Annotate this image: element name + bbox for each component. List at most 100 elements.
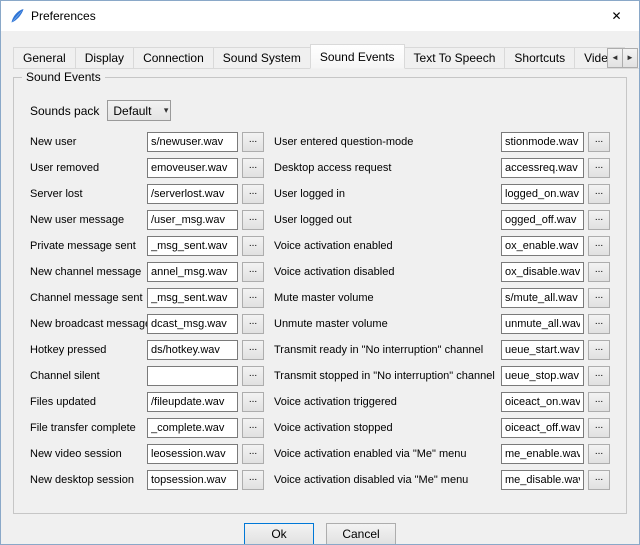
sound-file-input[interactable] (147, 262, 238, 282)
browse-button[interactable]: ... (242, 288, 264, 308)
sound-event-label: Server lost (30, 188, 147, 200)
sounds-pack-label: Sounds pack (30, 104, 99, 118)
sound-events-group: Sound Events Sounds pack Default ▾ New u… (13, 77, 627, 514)
sound-event-row: New channel message... (30, 259, 264, 285)
browse-button[interactable]: ... (242, 470, 264, 490)
sound-event-row: User entered question-mode... (274, 129, 610, 155)
browse-button[interactable]: ... (588, 418, 610, 438)
browse-button[interactable]: ... (588, 236, 610, 256)
chevron-down-icon: ▾ (164, 105, 169, 116)
browse-button[interactable]: ... (588, 444, 610, 464)
sound-file-input[interactable] (501, 366, 584, 386)
sound-file-input[interactable] (147, 392, 238, 412)
sound-events-column-left: New user...User removed...Server lost...… (30, 129, 264, 493)
sound-file-input[interactable] (147, 314, 238, 334)
browse-button[interactable]: ... (242, 132, 264, 152)
tab-sound-events[interactable]: Sound Events (310, 44, 405, 69)
sound-file-input[interactable] (501, 288, 584, 308)
browse-button[interactable]: ... (588, 288, 610, 308)
tab-connection[interactable]: Connection (133, 47, 214, 69)
browse-button[interactable]: ... (242, 444, 264, 464)
browse-button[interactable]: ... (242, 158, 264, 178)
tab-scroll-left-button[interactable]: ◄ (607, 48, 623, 68)
browse-button[interactable]: ... (242, 262, 264, 282)
sound-file-input[interactable] (501, 418, 584, 438)
sound-file-input[interactable] (147, 444, 238, 464)
sound-file-input[interactable] (147, 158, 238, 178)
arrow-left-icon: ◄ (611, 53, 619, 62)
sound-event-row: User removed... (30, 155, 264, 181)
browse-button[interactable]: ... (242, 340, 264, 360)
sound-file-input[interactable] (147, 340, 238, 360)
tab-scroll-right-button[interactable]: ► (622, 48, 638, 68)
titlebar: Preferences ✕ (1, 1, 639, 31)
tab-text-to-speech[interactable]: Text To Speech (404, 47, 506, 69)
sound-file-input[interactable] (501, 444, 584, 464)
sound-file-input[interactable] (147, 470, 238, 490)
ok-button[interactable]: Ok (244, 523, 314, 545)
sounds-pack-value: Default (113, 104, 163, 118)
sound-event-label: Transmit stopped in "No interruption" ch… (274, 370, 501, 382)
sound-file-input[interactable] (147, 210, 238, 230)
sound-events-column-right: User entered question-mode... Desktop acc… (274, 129, 610, 493)
sound-file-input[interactable] (147, 184, 238, 204)
sound-event-label: New broadcast message (30, 318, 147, 330)
sound-event-row: Private message sent... (30, 233, 264, 259)
tab-scroll-control: ◄ ► (608, 48, 638, 68)
browse-button[interactable]: ... (588, 158, 610, 178)
cancel-button[interactable]: Cancel (326, 523, 396, 545)
browse-button[interactable]: ... (588, 314, 610, 334)
sound-file-input[interactable] (501, 340, 584, 360)
group-title: Sound Events (22, 70, 105, 84)
sound-file-input[interactable] (147, 288, 238, 308)
sound-file-input[interactable] (501, 132, 584, 152)
browse-button[interactable]: ... (588, 262, 610, 282)
close-icon: ✕ (611, 9, 621, 23)
tab-shortcuts[interactable]: Shortcuts (504, 47, 575, 69)
sound-file-input[interactable] (501, 314, 584, 334)
close-button[interactable]: ✕ (594, 1, 639, 31)
sound-event-label: Hotkey pressed (30, 344, 147, 356)
sound-event-row: User logged out... (274, 207, 610, 233)
browse-button[interactable]: ... (242, 236, 264, 256)
sound-event-label: New user message (30, 214, 147, 226)
sound-event-row: Files updated... (30, 389, 264, 415)
sound-file-input[interactable] (501, 236, 584, 256)
sound-event-label: Desktop access request (274, 162, 501, 174)
sound-event-label: Channel silent (30, 370, 147, 382)
sound-file-input[interactable] (501, 392, 584, 412)
sound-event-columns: New user...User removed...Server lost...… (30, 129, 610, 493)
sound-file-input[interactable] (147, 236, 238, 256)
tab-bar: GeneralDisplayConnectionSound SystemSoun… (13, 44, 639, 69)
browse-button[interactable]: ... (588, 184, 610, 204)
sound-file-input[interactable] (147, 132, 238, 152)
tab-display[interactable]: Display (75, 47, 134, 69)
browse-button[interactable]: ... (242, 418, 264, 438)
sound-event-row: Voice activation disabled... (274, 259, 610, 285)
browse-button[interactable]: ... (588, 366, 610, 386)
sound-file-input[interactable] (501, 262, 584, 282)
sound-file-input[interactable] (501, 158, 584, 178)
browse-button[interactable]: ... (242, 366, 264, 386)
sound-file-input[interactable] (147, 366, 238, 386)
tab-general[interactable]: General (13, 47, 76, 69)
sound-file-input[interactable] (501, 184, 584, 204)
sound-file-input[interactable] (147, 418, 238, 438)
sound-event-row: Transmit ready in "No interruption" chan… (274, 337, 610, 363)
browse-button[interactable]: ... (588, 470, 610, 490)
browse-button[interactable]: ... (242, 184, 264, 204)
browse-button[interactable]: ... (588, 392, 610, 412)
tab-sound-system[interactable]: Sound System (213, 47, 311, 69)
sounds-pack-select[interactable]: Default ▾ (107, 100, 171, 121)
tab-strip: GeneralDisplayConnectionSound SystemSoun… (1, 44, 639, 69)
browse-button[interactable]: ... (588, 340, 610, 360)
browse-button[interactable]: ... (588, 132, 610, 152)
sound-file-input[interactable] (501, 470, 584, 490)
sound-event-label: New video session (30, 448, 147, 460)
browse-button[interactable]: ... (242, 210, 264, 230)
browse-button[interactable]: ... (242, 392, 264, 412)
browse-button[interactable]: ... (588, 210, 610, 230)
sound-file-input[interactable] (501, 210, 584, 230)
sound-event-row: New video session... (30, 441, 264, 467)
browse-button[interactable]: ... (242, 314, 264, 334)
